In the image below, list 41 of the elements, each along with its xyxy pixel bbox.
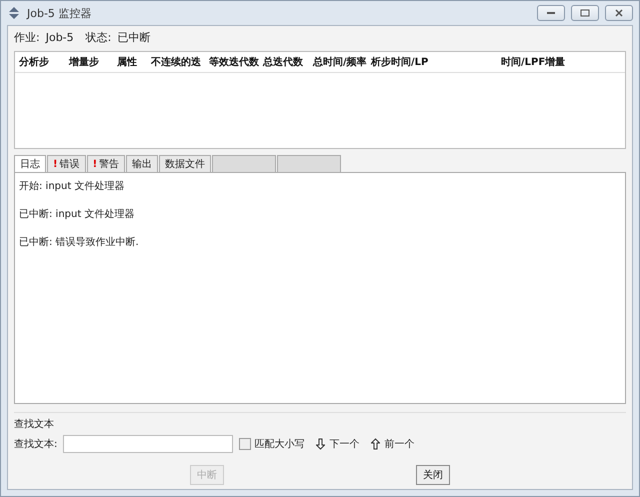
log-line: 已中断: input 文件处理器 (19, 208, 136, 221)
next-button[interactable]: 下一个 (316, 437, 360, 451)
tab[interactable]: 数据文件 (159, 155, 212, 173)
job-label: 作业: (14, 30, 40, 45)
tab[interactable]: 日志 (14, 155, 46, 173)
maximize-icon (580, 9, 590, 17)
column-header[interactable]: 等效迭代数 (209, 55, 263, 69)
column-header[interactable]: 总迭代数 (263, 55, 313, 69)
down-arrow-icon (316, 438, 326, 450)
tab[interactable]: ! 错误 (47, 155, 86, 173)
column-header[interactable]: 分析步 (19, 55, 69, 69)
column-header[interactable]: 析步时间/LP (371, 55, 501, 69)
warning-mark: ! (53, 158, 58, 170)
minimize-icon (546, 11, 556, 15)
window-title: Job-5 监控器 (27, 6, 92, 20)
match-case-checkbox[interactable] (239, 438, 252, 450)
column-header[interactable]: 不连续的迭 (151, 55, 209, 69)
warning-mark: ! (92, 158, 98, 170)
close-icon (614, 9, 624, 17)
match-case-label: 匹配大小写 (254, 438, 304, 451)
up-arrow-icon (371, 438, 380, 450)
tab[interactable]: 输出 (126, 155, 158, 173)
app-logo-icon (7, 6, 21, 20)
status-value: 已中断 (117, 30, 150, 45)
job-value: Job-5 (46, 31, 74, 44)
maximize-button[interactable] (571, 5, 599, 21)
log-line: 已中断: 错误导致作业中断. (19, 236, 140, 249)
tab[interactable]: ! 警告 (86, 155, 126, 173)
log-line: 开始: input 文件处理器 (19, 180, 126, 193)
find-label: 查找文本: (14, 438, 58, 451)
close-button[interactable] (605, 5, 633, 21)
column-header[interactable]: 属性 (117, 55, 151, 69)
section-title: 查找文本 (14, 418, 55, 431)
column-header[interactable]: 增量步 (69, 55, 117, 69)
find-field[interactable] (63, 435, 234, 453)
status-label: 状态: (86, 30, 112, 45)
dialog-button[interactable]: 关闭 (416, 465, 450, 485)
column-header[interactable]: 总时间/频率 (313, 55, 371, 69)
previous-button[interactable]: 前一个 (371, 437, 414, 451)
column-header[interactable]: 时间/LPF增量 (501, 55, 611, 69)
minimize-button[interactable] (537, 5, 565, 21)
